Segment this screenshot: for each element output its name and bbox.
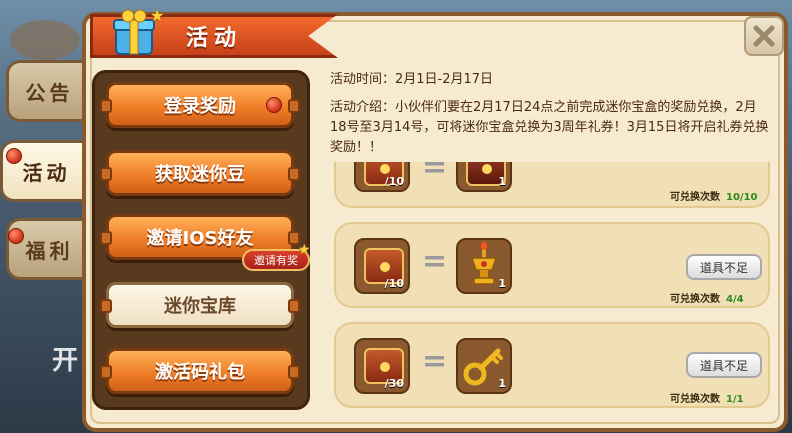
button-notch	[288, 299, 300, 313]
exchange-count-value: 10/10	[726, 192, 758, 203]
tab-activity-label: 活动	[22, 160, 71, 185]
activity-description: 活动介绍：小伙伴们要在2月17日24点之前完成迷你宝盒的奖励兑换，2月18号至3…	[330, 98, 770, 162]
tab-announcement-label: 公告	[25, 80, 74, 105]
menu-activation-code-gift-label: 激活码礼包	[155, 362, 245, 383]
exchange-count-label: 可兑换次数	[670, 294, 720, 305]
reward-quantity: 1	[498, 277, 506, 290]
redeem-button[interactable]: 道具不足	[686, 352, 762, 378]
exchange-count-label: 可兑换次数	[670, 394, 720, 405]
cost-quantity: /10	[384, 175, 404, 188]
redeem-button[interactable]: 道具不足	[686, 254, 762, 280]
exchange-row: /30 = 1 道具不足 可兑换次数 1/1	[334, 322, 770, 408]
cost-item: /10	[354, 238, 410, 294]
button-notch	[288, 167, 300, 181]
button-notch	[100, 167, 112, 181]
menu-mini-treasury[interactable]: 迷你宝库	[100, 282, 300, 328]
reward-quantity: 1	[498, 377, 506, 390]
background-partial-text: 开	[52, 346, 79, 376]
exchange-row: /10 = 1 道具不足 可兑换次数 4/4	[334, 222, 770, 308]
background-decoration	[10, 20, 80, 60]
tab-welfare[interactable]: 福利	[6, 218, 90, 280]
button-notch	[288, 365, 300, 379]
notification-dot	[266, 97, 282, 113]
exchange-count-value: 4/4	[726, 294, 744, 305]
menu-get-mini-beans[interactable]: 获取迷你豆	[100, 150, 300, 196]
cost-quantity: /10	[384, 277, 404, 290]
reward-item: 1	[456, 338, 512, 394]
reward-quantity: 1	[498, 175, 506, 188]
exchange-count: 可兑换次数 1/1	[670, 390, 744, 405]
equals-sign: =	[422, 344, 448, 379]
menu-mini-treasury-label: 迷你宝库	[164, 296, 236, 317]
star-icon: ★	[298, 242, 311, 258]
button-notch	[100, 99, 112, 113]
tab-welfare-label: 福利	[25, 238, 74, 263]
activity-time: 活动时间：2月1日-2月17日	[330, 72, 494, 87]
menu-activation-code-gift[interactable]: 激活码礼包	[100, 348, 300, 394]
reward-item: 1	[456, 238, 512, 294]
equals-sign: =	[422, 244, 448, 279]
tab-announcement[interactable]: 公告	[6, 60, 90, 122]
notification-dot	[8, 228, 24, 244]
exchange-count: 可兑换次数 10/10	[670, 188, 757, 203]
exchange-count-label: 可兑换次数	[670, 192, 720, 203]
menu-invite-ios-friends-label: 邀请IOS好友	[146, 228, 254, 249]
close-button[interactable]	[744, 16, 784, 56]
cost-item: /30	[354, 338, 410, 394]
close-icon	[753, 25, 775, 47]
notification-dot	[6, 148, 22, 164]
menu-login-reward-label: 登录奖励	[164, 96, 236, 117]
button-notch	[100, 299, 112, 313]
menu-get-mini-beans-label: 获取迷你豆	[155, 164, 245, 185]
button-notch	[100, 365, 112, 379]
button-notch	[288, 99, 300, 113]
star-icon: ★	[150, 6, 165, 25]
cost-quantity: /30	[384, 377, 404, 390]
page-title: 活动	[186, 26, 243, 51]
button-notch	[100, 231, 112, 245]
exchange-count-value: 1/1	[726, 394, 744, 405]
exchange-count: 可兑换次数 4/4	[670, 290, 744, 305]
exchange-row: /10 = 1 可兑换次数 10/10	[334, 146, 770, 208]
